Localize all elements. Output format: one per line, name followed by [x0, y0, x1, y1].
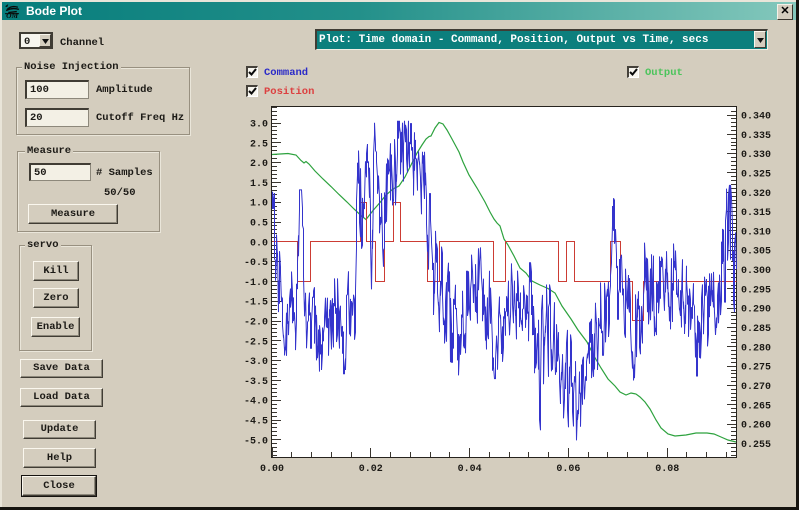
svg-text:-2.5: -2.5 — [244, 337, 268, 348]
svg-text:0.320: 0.320 — [741, 189, 771, 200]
svg-text:0.5: 0.5 — [250, 219, 268, 230]
svg-text:-4.5: -4.5 — [244, 417, 268, 428]
svg-text:-3.5: -3.5 — [244, 377, 268, 388]
svg-text:0.270: 0.270 — [741, 382, 771, 393]
svg-text:0.340: 0.340 — [741, 112, 771, 123]
svg-text:0.265: 0.265 — [741, 401, 771, 412]
svg-text:0.330: 0.330 — [741, 150, 771, 161]
svg-text:1.0: 1.0 — [250, 199, 268, 210]
svg-text:0.255: 0.255 — [741, 440, 771, 451]
svg-text:1.5: 1.5 — [250, 179, 268, 190]
svg-text:0.285: 0.285 — [741, 324, 771, 335]
svg-text:0.290: 0.290 — [741, 305, 771, 316]
svg-text:0.00: 0.00 — [260, 464, 284, 475]
svg-text:-4.0: -4.0 — [244, 397, 268, 408]
svg-text:0.275: 0.275 — [741, 363, 771, 374]
svg-text:0.335: 0.335 — [741, 131, 771, 142]
svg-text:-5.0: -5.0 — [244, 436, 268, 447]
svg-text:2.0: 2.0 — [250, 159, 268, 170]
svg-text:OM: OM — [6, 11, 18, 19]
svg-text:-1.0: -1.0 — [244, 278, 268, 289]
svg-text:0.08: 0.08 — [655, 464, 679, 475]
svg-text:0.0: 0.0 — [250, 238, 268, 249]
svg-text:0.305: 0.305 — [741, 247, 771, 258]
svg-text:0.260: 0.260 — [741, 421, 771, 432]
svg-text:0.315: 0.315 — [741, 208, 771, 219]
svg-text:3.0: 3.0 — [250, 120, 268, 131]
svg-text:-3.0: -3.0 — [244, 357, 268, 368]
svg-text:0.04: 0.04 — [458, 464, 482, 475]
svg-text:0.06: 0.06 — [556, 464, 580, 475]
svg-text:-0.5: -0.5 — [244, 258, 268, 269]
svg-text:0.325: 0.325 — [741, 170, 771, 181]
svg-text:0.02: 0.02 — [359, 464, 383, 475]
svg-text:0.300: 0.300 — [741, 266, 771, 277]
svg-text:2.5: 2.5 — [250, 139, 268, 150]
svg-text:-2.0: -2.0 — [244, 318, 268, 329]
svg-text:-1.5: -1.5 — [244, 298, 268, 309]
svg-text:0.280: 0.280 — [741, 343, 771, 354]
svg-text:0.295: 0.295 — [741, 285, 771, 296]
svg-text:0.310: 0.310 — [741, 227, 771, 238]
